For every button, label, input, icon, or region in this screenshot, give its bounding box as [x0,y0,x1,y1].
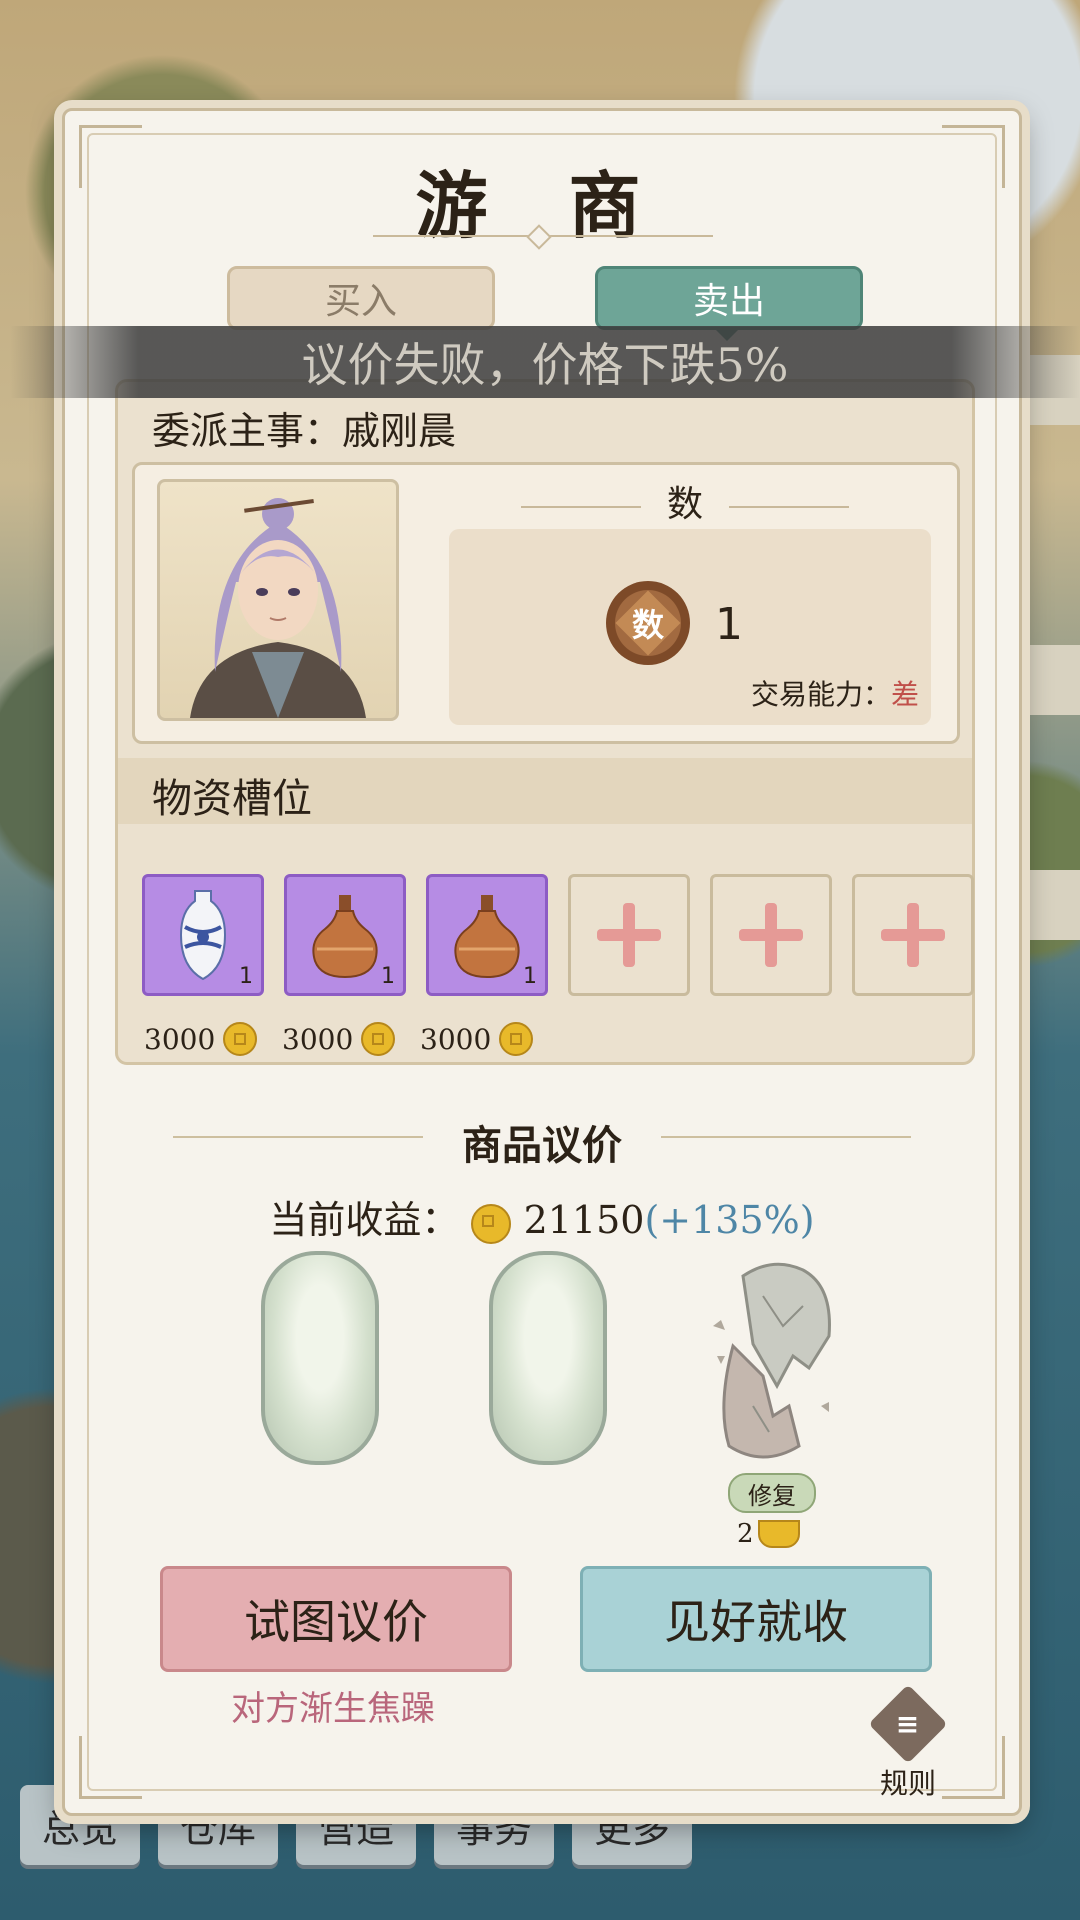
negotiate-hint: 对方渐生焦躁 [231,1689,435,1729]
coin-icon [361,1022,396,1056]
profit-percent: (+135%) [644,1198,815,1242]
corner-ornament [942,1736,1005,1799]
slot-qty: 1 [381,964,395,989]
toast-message: 议价失败，价格下跌5% [10,326,1080,398]
add-icon [597,903,661,967]
repair-cost-value: 2 [737,1519,754,1549]
rules-button[interactable]: ≡ 规则 [868,1684,948,1802]
portrait-illustration [190,498,366,718]
negotiate-button[interactable]: 试图议价 [160,1566,512,1672]
side-button-stub[interactable] [1020,870,1080,940]
gold-ingot-icon [757,1520,800,1548]
slot-price: 3000 [144,1022,282,1056]
attribute-title: 数 [666,484,703,525]
goods-slot[interactable]: 1 [284,874,406,996]
steward-portrait[interactable] [157,479,399,721]
badge-label: 数 [631,605,665,644]
coin-icon [471,1203,512,1244]
attribute-header: 数 [465,475,905,527]
slot-prices: 3000 3000 3000 [144,1022,558,1056]
attribute-box: 数 1 交易能力：差 [449,529,931,725]
corner-ornament [79,1736,142,1799]
repair-cost: 2 [737,1519,800,1549]
assigned-label: 委派主事： [152,409,343,453]
goods-slot[interactable]: 1 [426,874,548,996]
price-value: 3000 [144,1022,216,1056]
slot-price: 3000 [420,1022,558,1056]
empty-slot[interactable] [568,874,690,996]
goods-slots: 1 1 1 [142,874,974,996]
empty-slot[interactable] [710,874,832,996]
rules-label: 规则 [880,1767,937,1800]
coin-icon [499,1022,534,1056]
broken-tablet-icon [713,1262,831,1459]
add-icon [881,903,945,967]
repair-button[interactable]: 修复 [728,1473,816,1513]
side-button-stub[interactable] [1020,645,1080,715]
tab-sell[interactable]: 卖出 [595,266,863,330]
jade-tablet-icon [489,1251,607,1465]
merchant-dialog: 游 商 买入 卖出 议价失败，价格下跌5% 委派主事：戚刚晨 数 数 1 交易能… [10,108,1080,1816]
assigned-steward: 委派主事：戚刚晨 [152,400,456,455]
steward-name: 戚刚晨 [342,409,457,453]
slots-title: 物资槽位 [152,776,312,822]
profit-value: 21150 [523,1198,645,1242]
trade-panel: 委派主事：戚刚晨 数 数 1 交易能力：差 物资槽位 1 1 1 3000 30… [115,379,975,1065]
slots-header: 物资槽位 [118,758,972,824]
add-icon [739,903,803,967]
price-value: 3000 [282,1022,354,1056]
slot-qty: 1 [239,964,253,989]
jade-tablet-icon [261,1251,379,1465]
list-icon: ≡ [868,1684,948,1764]
empty-slot[interactable] [852,874,974,996]
trade-ability-label: 交易能力： [750,678,891,711]
attribute-value: 1 [715,599,743,650]
goods-slot[interactable]: 1 [142,874,264,996]
trade-ability-value: 差 [890,678,919,711]
slot-qty: 1 [523,964,537,989]
tab-buy[interactable]: 买入 [227,266,495,330]
steward-card: 数 数 1 交易能力：差 [132,462,960,744]
accept-offer-button[interactable]: 见好就收 [580,1566,932,1672]
header-line-right [729,506,849,508]
price-value: 3000 [420,1022,492,1056]
current-profit: 当前收益： 21150(+135%) [65,1189,1019,1244]
trade-ability: 交易能力：差 [751,673,919,713]
numeracy-badge-icon: 数 [606,581,690,665]
coin-icon [223,1022,258,1056]
header-line-left [520,506,641,508]
negotiation-title: 商品议价 [462,1122,622,1169]
slot-price: 3000 [282,1022,420,1056]
profit-label: 当前收益： [269,1198,460,1242]
